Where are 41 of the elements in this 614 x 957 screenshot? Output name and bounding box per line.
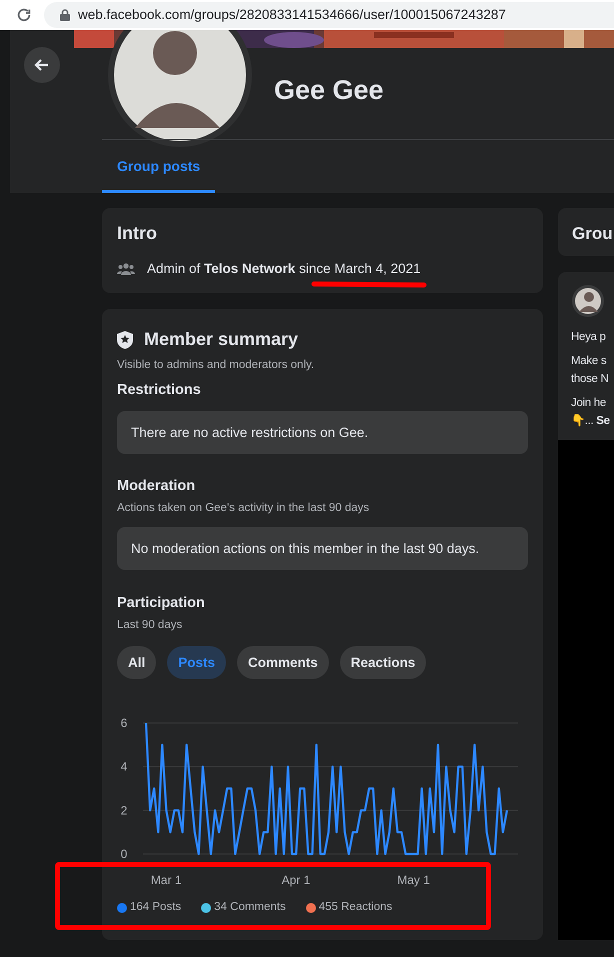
member-summary-title: Member summary — [144, 328, 298, 352]
restrictions-message: There are no active restrictions on Gee. — [117, 411, 528, 454]
moderation-message: No moderation actions on this member in the last 90 days. — [117, 527, 528, 570]
x-tick-label: Mar 1 — [150, 873, 182, 888]
x-tick-label: Apr 1 — [282, 873, 310, 888]
address-bar[interactable]: web.facebook.com/groups/2820833141534666/user/100015067243287 — [44, 2, 614, 28]
avatar — [571, 284, 605, 318]
profile-name: Gee Gee — [274, 74, 384, 107]
back-arrow-icon — [34, 57, 50, 73]
y-tick-label: 0 — [120, 847, 128, 862]
legend-label: 34 Comments — [214, 900, 286, 916]
post-text: those N — [571, 372, 610, 387]
filter-chip[interactable]: Reactions — [340, 646, 426, 680]
url-text: web.facebook.com/groups/2820833141534666/user/100015067243287 — [78, 6, 506, 24]
filter-chip[interactable]: All — [117, 646, 156, 680]
x-tick-label: May 1 — [397, 873, 430, 888]
reload-icon[interactable] — [16, 7, 32, 23]
admin-since-text: Admin of Telos Network since March 4, 2021 — [147, 260, 421, 278]
legend-label: 164 Posts — [130, 900, 182, 916]
shield-icon — [117, 330, 133, 349]
visibility-note: Visible to admins and moderators only. — [117, 358, 316, 374]
moderation-subtitle: Actions taken on Gee's activity in the last 90 days — [117, 501, 370, 516]
intro-title: Intro — [117, 222, 158, 245]
group-icon — [117, 263, 135, 276]
post-text: 👇... Se — [571, 413, 611, 429]
lock-icon — [60, 9, 70, 21]
tab[interactable]: Group posts — [102, 142, 216, 193]
post-text: Make s — [571, 354, 608, 369]
side-card: Grou — [558, 208, 614, 256]
moderation-title: Moderation — [117, 477, 196, 496]
filter-chip[interactable]: Comments — [237, 646, 329, 680]
post-text: Heya p — [571, 330, 607, 345]
post-text: Join he — [571, 396, 607, 411]
participation-subtitle: Last 90 days — [117, 618, 184, 633]
back-button[interactable] — [24, 47, 60, 83]
restrictions-title: Restrictions — [117, 380, 202, 400]
participation-title: Participation — [117, 594, 206, 614]
y-tick-label: 2 — [120, 804, 128, 818]
y-tick-label: 6 — [120, 716, 128, 730]
legend-label: 455 Reactions — [318, 900, 392, 916]
y-tick-label: 4 — [120, 760, 128, 774]
